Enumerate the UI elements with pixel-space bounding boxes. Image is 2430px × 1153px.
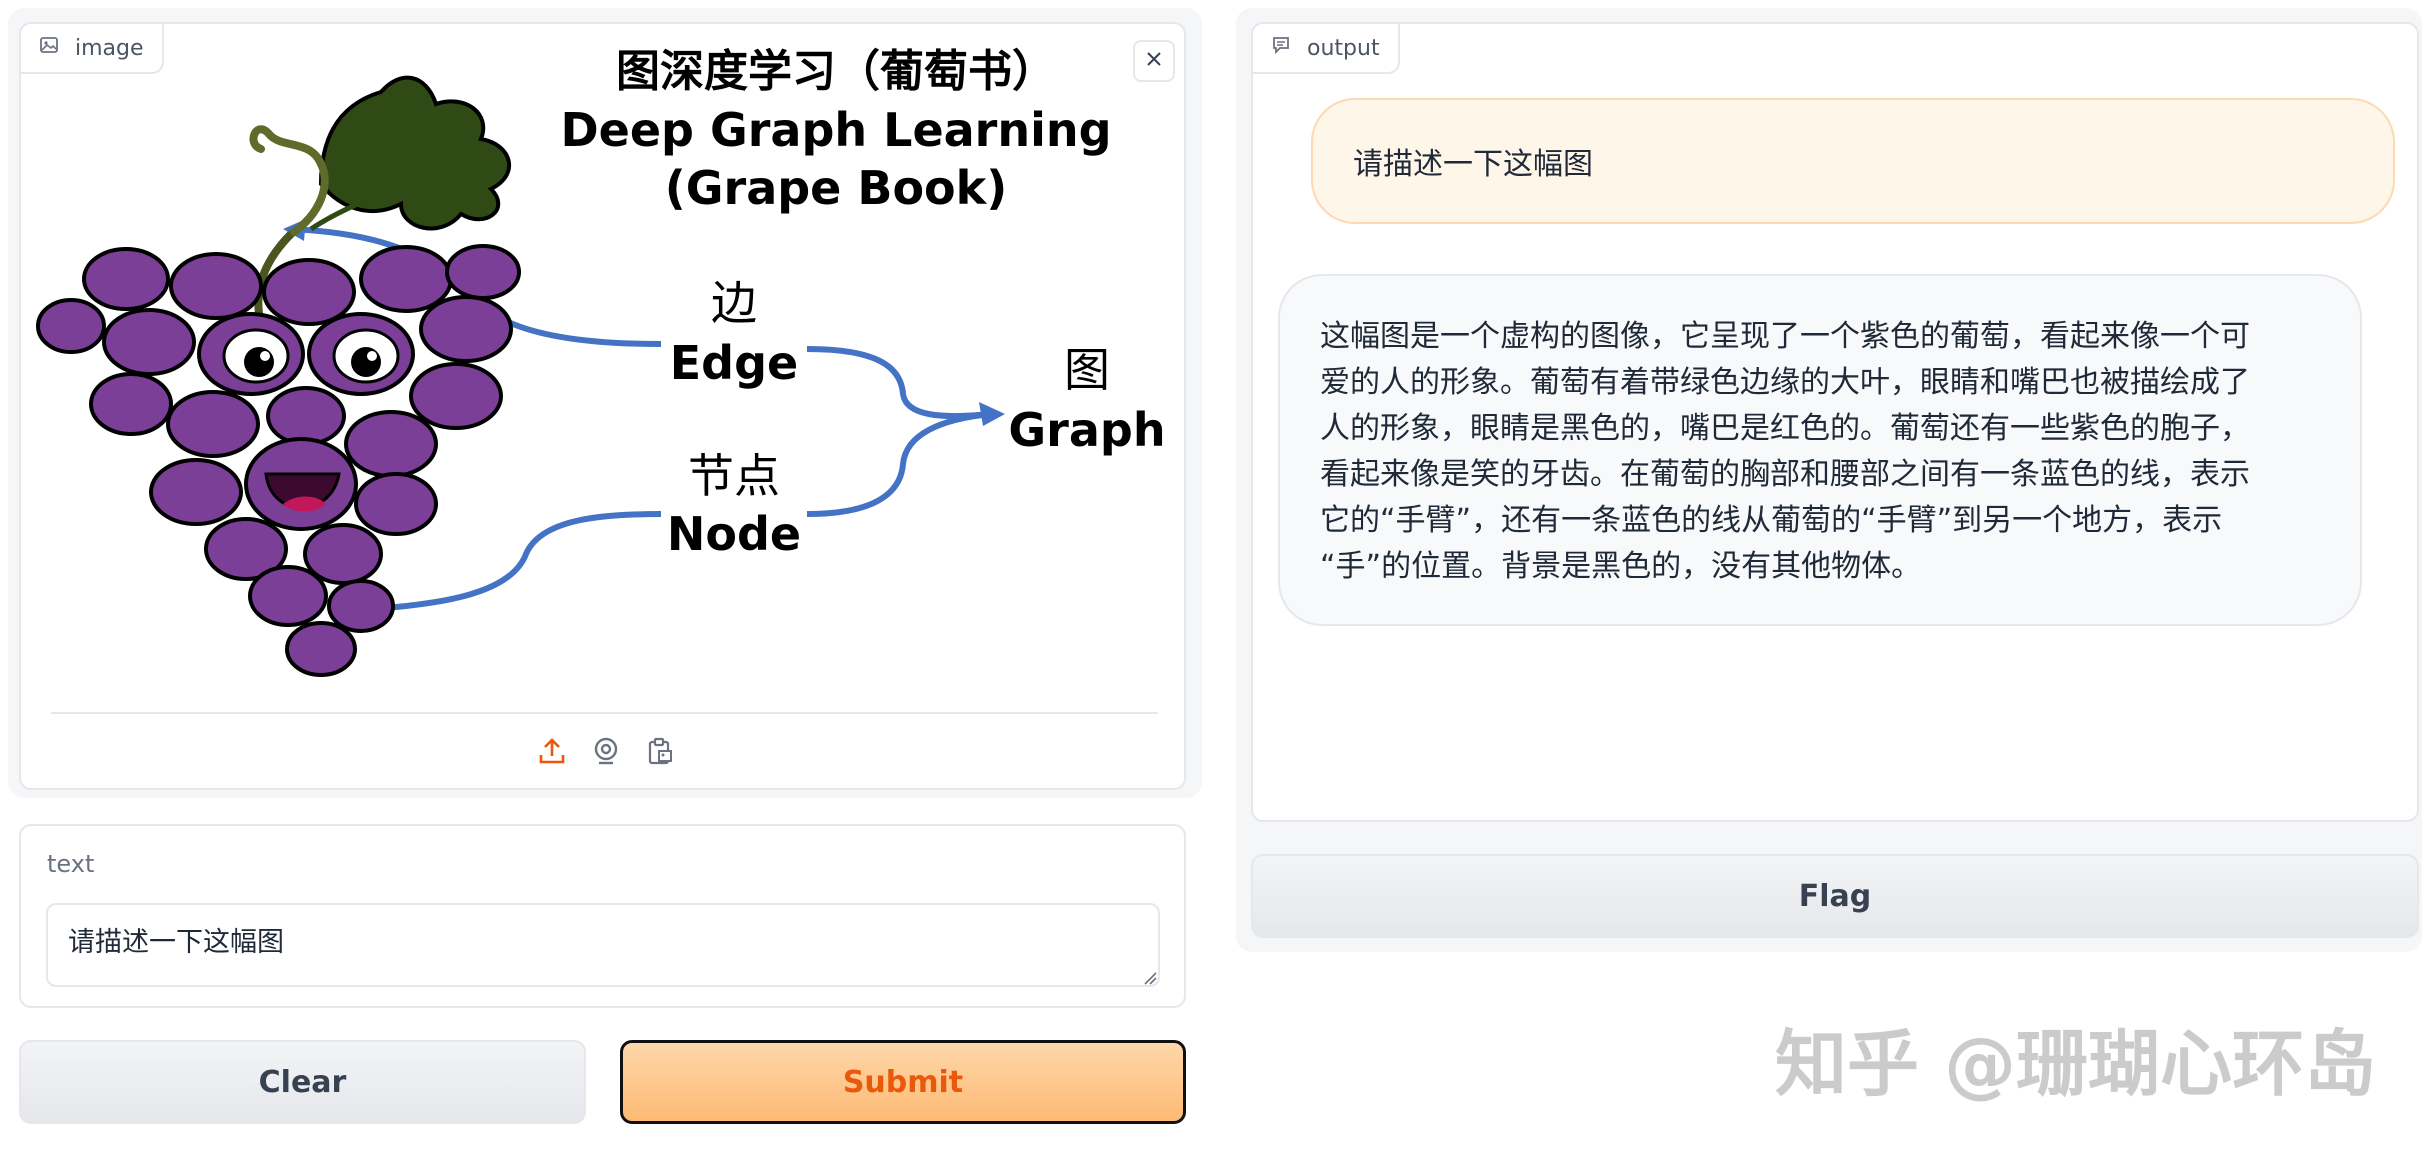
canvas-node-cn: 节点 (688, 449, 780, 503)
canvas-graph-en: Graph (1008, 403, 1165, 457)
canvas-edge-cn: 边 (711, 276, 757, 330)
flag-button[interactable]: Flag (1251, 854, 2419, 938)
chat-icon (1271, 35, 1291, 61)
bot-message-line: 人的形象，眼睛是黑色的，嘴巴是红色的。葡萄还有一些紫色的胞子， (1320, 411, 2250, 446)
bot-message-line: 它的“手臂”，还有一条蓝色的线从葡萄的“手臂”到另一个地方，表示 (1320, 503, 2223, 538)
webcam-icon (591, 736, 621, 770)
grape-stem (249, 125, 329, 238)
graph-arrow-head (979, 402, 1005, 426)
bot-message-line: 爱的人的形象。葡萄有着带绿色边缘的大叶，眼睛和嘴巴也被描绘成了 (1320, 365, 2250, 400)
upload-button[interactable] (533, 734, 571, 772)
canvas-graph-cn: 图 (1064, 343, 1110, 397)
text-input-block: text 请描述一下这幅图 (19, 824, 1186, 1008)
grape-bunch (36, 244, 521, 677)
image-toolbar-divider (51, 712, 1158, 714)
text-label: text (47, 850, 95, 878)
user-message: 请描述一下这幅图 (1311, 98, 2395, 224)
clipboard-icon (645, 736, 675, 770)
graph-arrow-lower (806, 411, 992, 517)
submit-button[interactable]: Submit (620, 1040, 1186, 1124)
bot-message: 这幅图是一个虚构的图像，它呈现了一个紫色的葡萄，看起来像一个可 爱的人的形象。葡… (1278, 274, 2362, 626)
clear-button[interactable]: Clear (19, 1040, 586, 1124)
prompt-textarea[interactable]: 请描述一下这幅图 (46, 903, 1160, 987)
upload-icon (537, 736, 567, 770)
webcam-button[interactable] (587, 734, 625, 772)
resize-handle-icon[interactable] (1143, 970, 1157, 985)
chatbot-output-block: output 请描述一下这幅图 这幅图是一个虚构的图像，它呈现了一个紫色的葡萄，… (1251, 22, 2419, 822)
uploaded-image[interactable]: 图深度学习（葡萄书） Deep Graph Learning (Grape Bo… (21, 24, 1188, 714)
canvas-edge-en: Edge (670, 336, 798, 390)
output-label: output (1307, 35, 1380, 61)
canvas-title-cn: 图深度学习（葡萄书） (616, 46, 1056, 97)
bot-message-line: 看起来像是笑的牙齿。在葡萄的胸部和腰部之间有一条蓝色的线，表示 (1320, 457, 2250, 492)
output-label-tag: output (1253, 24, 1400, 74)
watermark: 知乎 @珊瑚心环岛 (1775, 1022, 2377, 1106)
image-input-block: image 图深度学习（葡萄书） Deep Graph Learning (Gr… (19, 22, 1186, 790)
canvas-node-en: Node (667, 507, 801, 561)
canvas-title-en-1: Deep Graph Learning (560, 103, 1111, 157)
bot-message-line: “手”的位置。背景是黑色的，没有其他物体。 (1320, 549, 1922, 584)
canvas-title-en-2: (Grape Book) (665, 161, 1008, 215)
paste-clipboard-button[interactable] (641, 734, 679, 772)
graph-arrow-upper (806, 346, 992, 420)
bot-message-line: 这幅图是一个虚构的图像，它呈现了一个紫色的葡萄，看起来像一个可 (1320, 319, 2250, 354)
